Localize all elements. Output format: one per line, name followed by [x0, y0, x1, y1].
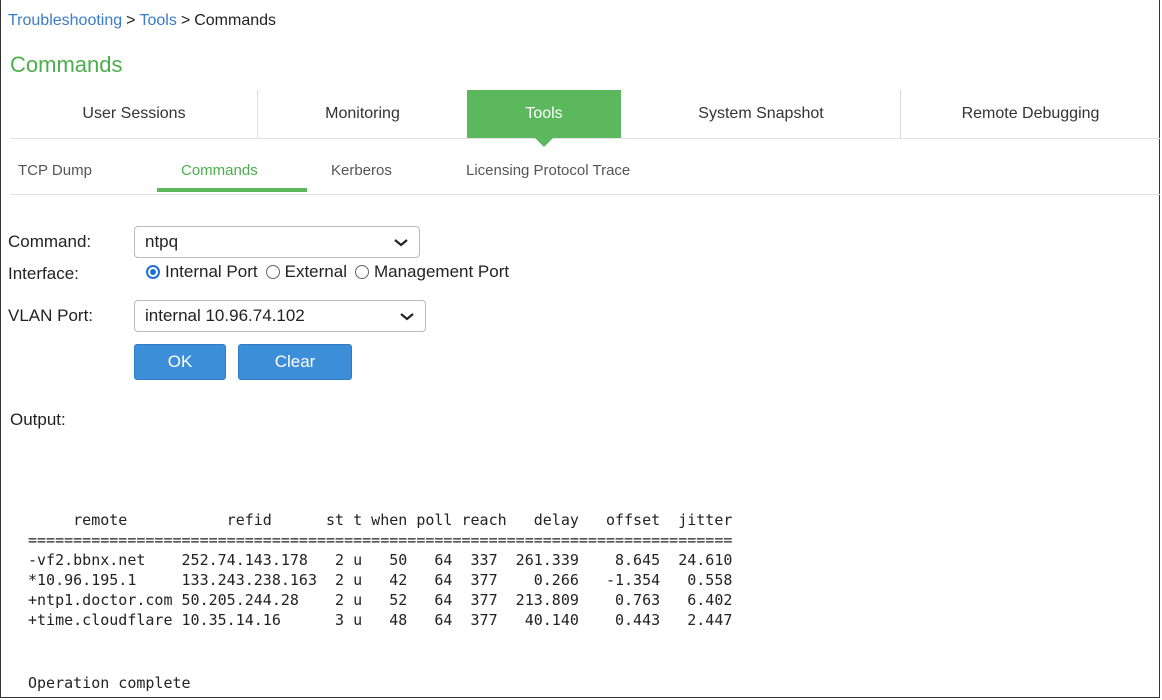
output-row: -vf2.bbnx.net 252.74.143.178 2 u 50 64 3… [28, 551, 733, 569]
output-rule: ========================================… [28, 531, 733, 549]
subtab-tcp-dump[interactable]: TCP Dump [18, 162, 92, 179]
subtab-kerberos[interactable]: Kerberos [331, 162, 392, 179]
command-select-value: ntpq [145, 232, 179, 251]
page-title: Commands [10, 52, 123, 77]
radio-label-internal-port: Internal Port [165, 262, 258, 281]
chevron-down-icon [400, 313, 414, 321]
tab-remote-debugging[interactable]: Remote Debugging [901, 90, 1160, 138]
radio-internal-port[interactable] [146, 265, 160, 279]
output-row: +ntp1.doctor.com 50.205.244.28 2 u 52 64… [28, 591, 733, 609]
tab-user-sessions[interactable]: User Sessions [10, 90, 258, 138]
active-subtab-underline [157, 188, 307, 192]
vlan-port-select[interactable]: internal 10.96.74.102 [134, 300, 426, 332]
radio-management-port[interactable] [354, 265, 369, 279]
command-select[interactable]: ntpq [134, 226, 420, 258]
breadcrumb: Troubleshooting > Tools > Commands [8, 12, 276, 30]
breadcrumb-separator: > [180, 12, 191, 29]
output-header: remote refid st t when poll reach delay … [28, 511, 733, 529]
breadcrumb-tools[interactable]: Tools [140, 12, 177, 29]
tab-label: Monitoring [325, 105, 400, 122]
command-output: remote refid st t when poll reach delay … [28, 510, 732, 630]
operation-status: Operation complete [28, 674, 191, 692]
breadcrumb-current: Commands [194, 12, 277, 29]
interface-label: Interface: [8, 264, 79, 283]
output-label: Output: [10, 410, 66, 429]
tab-label: Remote Debugging [961, 105, 1100, 122]
subtab-licensing-protocol-trace[interactable]: Licensing Protocol Trace [466, 162, 630, 179]
output-row: +time.cloudflare 10.35.14.16 3 u 48 64 3… [28, 611, 733, 629]
main-tab-bar: User Sessions Monitoring Tools System Sn… [10, 90, 1160, 147]
vlan-port-select-value: internal 10.96.74.102 [145, 306, 305, 325]
tab-label: User Sessions [82, 105, 186, 122]
clear-button[interactable]: Clear [238, 344, 352, 380]
command-label: Command: [8, 232, 92, 251]
vlan-port-label: VLAN Port: [8, 306, 94, 325]
ok-button[interactable]: OK [134, 344, 226, 380]
active-tab-caret-icon [535, 138, 553, 147]
breadcrumb-separator: > [126, 12, 136, 29]
breadcrumb-troubleshooting[interactable]: Troubleshooting [8, 12, 122, 29]
tab-system-snapshot[interactable]: System Snapshot [621, 90, 901, 138]
interface-radio-group: Internal Port External Management Port [142, 262, 513, 282]
radio-label-management-port: Management Port [373, 262, 510, 281]
subtab-commands[interactable]: Commands [181, 162, 258, 179]
radio-external[interactable] [265, 265, 280, 279]
tab-tools[interactable]: Tools [467, 90, 621, 147]
radio-label-external: External [284, 262, 347, 281]
chevron-down-icon [394, 239, 408, 247]
sub-tab-bar: TCP Dump Commands Kerberos Licensing Pro… [10, 150, 1160, 195]
tab-monitoring[interactable]: Monitoring [258, 90, 467, 138]
output-row: *10.96.195.1 133.243.238.163 2 u 42 64 3… [28, 571, 733, 589]
tab-label: System Snapshot [698, 105, 824, 122]
tab-label: Tools [525, 105, 563, 122]
